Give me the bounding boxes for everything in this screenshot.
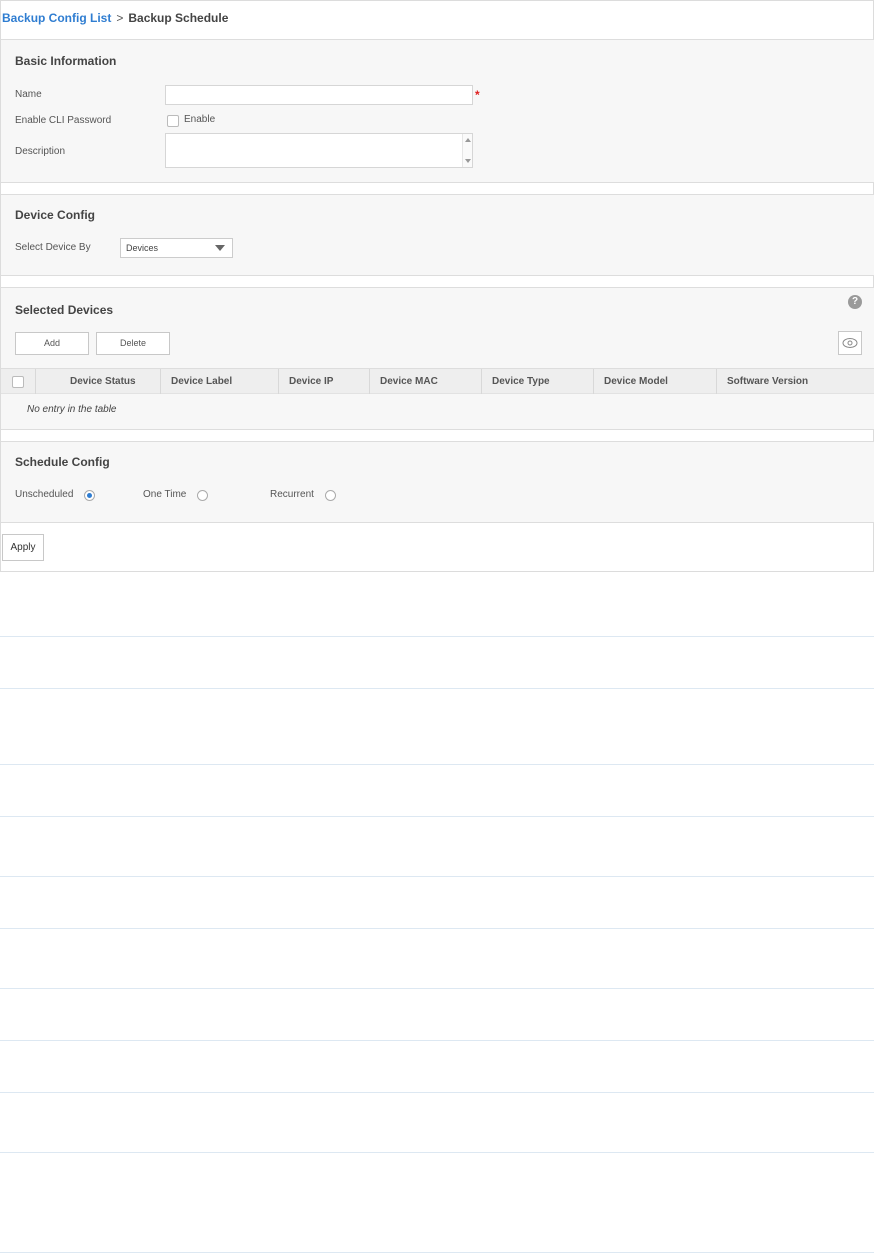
backup-schedule-panel: Backup Config List > Backup Schedule Basic… [0, 0, 874, 572]
description-label: Description [15, 146, 66, 157]
divider [0, 988, 874, 989]
radio-label-recurrent: Recurrent [270, 489, 314, 500]
description-textarea[interactable] [165, 133, 473, 168]
chevron-down-icon [215, 245, 225, 251]
column-header-label: Device Model [604, 376, 668, 387]
breadcrumb-separator: > [116, 11, 124, 25]
column-header-device-status[interactable]: Device Status [35, 369, 160, 395]
divider [0, 928, 874, 929]
section-title-selected-devices: Selected Devices [15, 303, 114, 317]
enable-label: Enable [184, 114, 216, 125]
device-config-section: Device Config Select Device By Devices [1, 194, 874, 276]
divider [0, 636, 874, 637]
section-title-basic-information: Basic Information [15, 54, 117, 68]
column-header-label: Device IP [289, 376, 334, 387]
enable-cli-password-checkbox[interactable] [167, 115, 179, 127]
apply-button[interactable]: Apply [2, 534, 44, 561]
devices-table-body: No entry in the table [1, 394, 874, 429]
add-button[interactable]: Add [15, 332, 89, 355]
column-header-device-type[interactable]: Device Type [481, 369, 593, 395]
divider [0, 1092, 874, 1093]
description-scrollbar[interactable] [462, 134, 472, 167]
divider [0, 1252, 874, 1253]
empty-table-message: No entry in the table [27, 404, 117, 415]
basic-information-section: Basic Information Name * Enable CLI Pass… [1, 39, 874, 183]
column-header-software-version[interactable]: Software Version [716, 369, 874, 395]
devices-table-header: Device Status Device Label Device IP Dev… [1, 368, 874, 395]
delete-button[interactable]: Delete [96, 332, 170, 355]
column-header-label: Software Version [727, 376, 809, 387]
select-all-checkbox[interactable] [12, 376, 24, 388]
divider [0, 876, 874, 877]
select-device-by-label: Select Device By [15, 242, 91, 253]
column-header-device-model[interactable]: Device Model [593, 369, 716, 395]
radio-label-unscheduled: Unscheduled [15, 489, 74, 500]
one-time-radio[interactable] [197, 490, 208, 501]
breadcrumb-link-backup-config-list[interactable]: Backup Config List [2, 11, 111, 25]
column-header-label: Device Label [171, 376, 233, 387]
section-title-schedule-config: Schedule Config [15, 455, 110, 469]
breadcrumb: Backup Config List > Backup Schedule [2, 11, 228, 25]
scroll-up-icon[interactable] [465, 138, 471, 142]
select-device-by-dropdown[interactable]: Devices [120, 238, 233, 258]
column-header-label: Device MAC [380, 376, 438, 387]
help-icon[interactable]: ? [848, 295, 862, 309]
radio-label-one-time: One Time [143, 489, 187, 500]
schedule-config-section: Schedule Config Unscheduled One Time Rec… [1, 441, 874, 523]
column-header-label: Device Status [70, 376, 136, 387]
select-device-by-value: Devices [126, 243, 159, 253]
name-label: Name [15, 89, 42, 100]
unscheduled-radio[interactable] [84, 490, 95, 501]
required-marker: * [475, 88, 480, 102]
divider [0, 764, 874, 765]
column-header-label: Device Type [492, 376, 550, 387]
scroll-down-icon[interactable] [465, 159, 471, 163]
eye-icon [842, 338, 858, 348]
cli-password-label: Enable CLI Password [15, 115, 112, 126]
divider [0, 688, 874, 689]
section-title-device-config: Device Config [15, 208, 96, 222]
name-input[interactable] [165, 85, 473, 105]
column-header-device-label[interactable]: Device Label [160, 369, 278, 395]
divider [0, 816, 874, 817]
column-header-device-ip[interactable]: Device IP [278, 369, 369, 395]
breadcrumb-current: Backup Schedule [128, 11, 229, 25]
divider [0, 1152, 874, 1153]
column-header-device-mac[interactable]: Device MAC [369, 369, 481, 395]
column-visibility-button[interactable] [838, 331, 862, 355]
divider [0, 1040, 874, 1041]
recurrent-radio[interactable] [325, 490, 336, 501]
